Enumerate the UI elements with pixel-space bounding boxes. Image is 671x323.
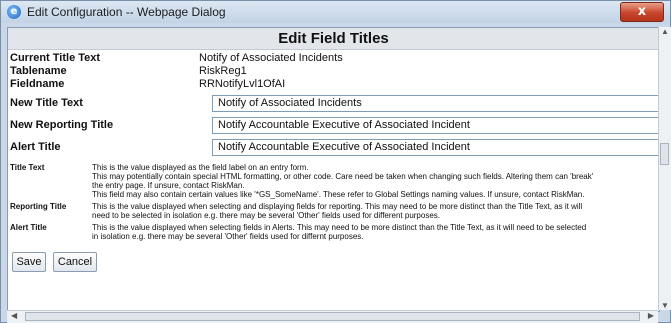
reporting-title-label: New Reporting Title (10, 119, 114, 131)
tablename-label: Tablename (10, 65, 67, 77)
vertical-scrollbar[interactable]: ▲ ▼ (658, 27, 671, 310)
help-line: This is the value displayed when selecti… (92, 223, 587, 232)
close-icon: x (637, 4, 647, 19)
current-title-value: Notify of Associated Incidents (199, 52, 343, 64)
help-line: This is the value displayed as the field… (92, 163, 309, 172)
alert-title-label: Alert Title (10, 141, 61, 153)
help-alert-title: This is the value displayed when selecti… (92, 223, 659, 241)
vertical-scroll-thumb[interactable] (660, 143, 669, 165)
help-reporting-title-label: Reporting Title (10, 202, 67, 211)
new-title-label: New Title Text (10, 97, 83, 109)
help-line: in isolation e.g. there may be several '… (92, 232, 364, 241)
help-reporting-title: This is the value displayed when selecti… (92, 202, 659, 220)
horizontal-scroll-thumb[interactable] (25, 312, 640, 321)
horizontal-scrollbar[interactable]: ◀ ▶ (7, 310, 658, 323)
scroll-down-arrow-icon[interactable]: ▼ (661, 301, 669, 310)
dialog-content: Edit Field Titles Current Title Text Not… (7, 27, 660, 312)
scroll-left-arrow-icon[interactable]: ◀ (11, 311, 17, 320)
ie-logo-icon: e (7, 5, 21, 19)
alert-title-input[interactable]: Notify Accountable Executive of Associat… (212, 139, 659, 156)
tablename-value: RiskReg1 (199, 65, 247, 77)
help-line: This field may also contain certain valu… (92, 190, 585, 199)
help-title-text: This is the value displayed as the field… (92, 163, 659, 199)
fieldname-label: Fieldname (10, 78, 65, 90)
help-line: This is the value displayed when selecti… (92, 202, 583, 211)
scroll-up-arrow-icon[interactable]: ▲ (661, 27, 669, 36)
help-line: the entry page. If unsure, contact RiskM… (92, 181, 245, 190)
new-title-input[interactable]: Notify of Associated Incidents (212, 95, 659, 112)
help-title-text-label: Title Text (10, 163, 45, 172)
close-button[interactable]: x (620, 2, 664, 22)
current-title-label: Current Title Text (10, 52, 101, 64)
reporting-title-input[interactable]: Notify Accountable Executive of Associat… (212, 117, 659, 134)
help-line: This may potentially contain special HTM… (92, 172, 594, 181)
help-line: need to be selected in isolation e.g. th… (92, 211, 440, 220)
title-bar: e Edit Configuration -- Webpage Dialog x (1, 1, 670, 23)
save-button[interactable]: Save (12, 252, 46, 272)
cancel-button[interactable]: Cancel (53, 252, 97, 272)
help-alert-title-label: Alert Title (10, 223, 47, 232)
page-title: Edit Field Titles (8, 28, 659, 50)
fieldname-value: RRNotifyLvl1OfAI (199, 78, 286, 90)
scroll-right-arrow-icon[interactable]: ▶ (648, 311, 654, 320)
window-title: Edit Configuration -- Webpage Dialog (27, 5, 226, 19)
